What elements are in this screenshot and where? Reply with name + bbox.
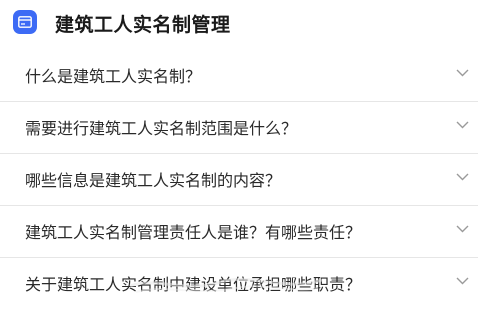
faq-item[interactable]: 需要进行建筑工人实名制范围是什么？ [0,102,478,154]
page-header: 建筑工人实名制管理 [0,0,478,46]
faq-question: 关于建筑工人实名制中建设单位承担哪些职责？ [25,275,362,294]
chevron-down-icon[interactable] [456,225,469,233]
chevron-down-icon[interactable] [456,69,469,77]
page-title: 建筑工人实名制管理 [55,14,231,36]
faq-question: 需要进行建筑工人实名制范围是什么？ [25,119,298,138]
faq-question: 建筑工人实名制管理责任人是谁？有哪些责任？ [25,223,362,242]
faq-list: 什么是建筑工人实名制？ 需要进行建筑工人实名制范围是什么？ 哪些信息是建筑工人实… [0,50,478,309]
faq-item[interactable]: 关于建筑工人实名制中建设单位承担哪些职责？ [0,258,478,309]
chevron-down-icon[interactable] [456,277,469,285]
chevron-down-icon[interactable] [456,121,469,129]
faq-item[interactable]: 哪些信息是建筑工人实名制的内容？ [0,154,478,206]
faq-question: 什么是建筑工人实名制？ [25,67,202,86]
chevron-down-icon[interactable] [456,173,469,181]
faq-item[interactable]: 什么是建筑工人实名制？ [0,50,478,102]
id-card-icon [13,10,37,34]
faq-item[interactable]: 建筑工人实名制管理责任人是谁？有哪些责任？ [0,206,478,258]
faq-question: 哪些信息是建筑工人实名制的内容？ [25,171,282,190]
